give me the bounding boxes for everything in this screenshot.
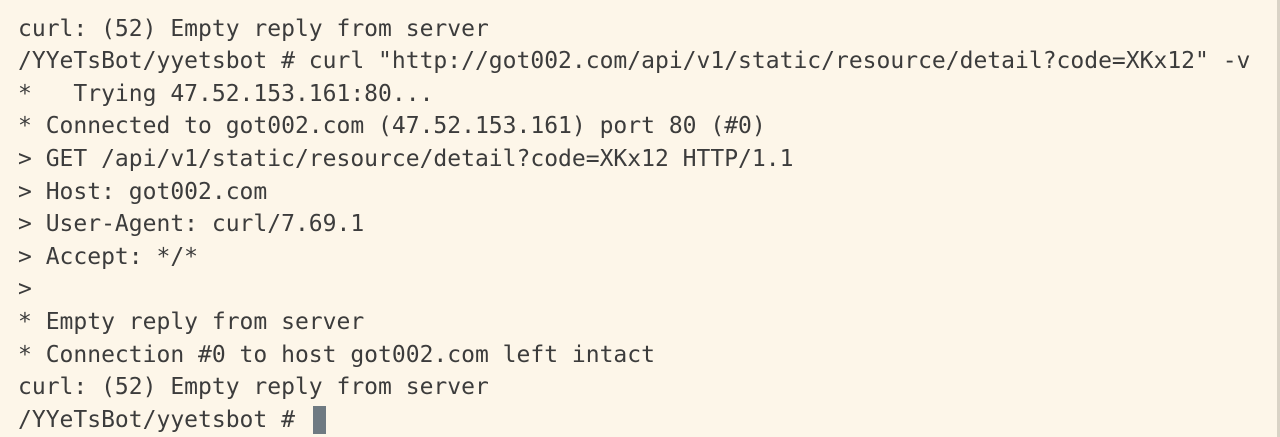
terminal-line: > User-Agent: curl/7.69.1 <box>18 211 365 238</box>
terminal-line: curl: (52) Empty reply from server <box>18 374 489 401</box>
terminal-line: * Trying 47.52.153.161:80... <box>18 80 434 107</box>
terminal-line: > Accept: */* <box>18 243 199 270</box>
terminal-prompt-line[interactable]: /YYeTsBot/yyetsbot # <box>18 404 1280 437</box>
text-cursor <box>312 406 326 435</box>
terminal-line: > Host: got002.com <box>18 178 268 205</box>
shell-prompt: /YYeTsBot/yyetsbot # <box>18 406 309 433</box>
terminal-line: * Connection #0 to host got002.com left … <box>18 341 655 368</box>
terminal-line: > GET /api/v1/static/resource/detail?cod… <box>18 145 794 172</box>
terminal-line: /YYeTsBot/yyetsbot # curl "http://got002… <box>18 48 1251 75</box>
terminal-line: * Connected to got002.com (47.52.153.161… <box>18 113 766 140</box>
terminal-line: curl: (52) Empty reply from server <box>18 15 489 42</box>
terminal-line: > <box>18 276 32 303</box>
terminal-line-partial <box>18 0 1280 13</box>
terminal-line: * Empty reply from server <box>18 308 365 335</box>
terminal-window[interactable]: curl: (52) Empty reply from server /YYeT… <box>0 0 1280 437</box>
